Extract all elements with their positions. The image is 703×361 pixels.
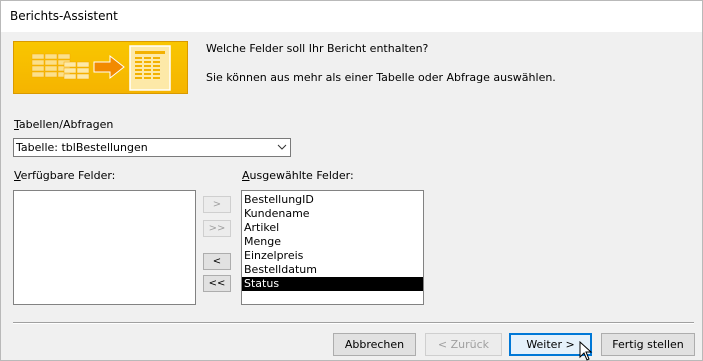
available-fields-label: Verfügbare Felder: (14, 169, 115, 182)
chevron-down-icon[interactable] (273, 139, 290, 156)
intro-hint: Sie können aus mehr als einer Tabelle od… (206, 71, 556, 84)
back-button[interactable]: < Zurück (425, 333, 502, 356)
selected-fields-list[interactable]: BestellungID Kundename Artikel Menge Ein… (241, 190, 424, 305)
list-item[interactable]: BestellungID (242, 193, 423, 207)
remove-all-fields-button[interactable]: << (203, 275, 231, 292)
window-title: Berichts-Assistent (10, 9, 118, 23)
source-dropdown[interactable]: Tabelle: tblBestellungen (13, 138, 291, 157)
list-item[interactable]: Artikel (242, 221, 423, 235)
finish-button[interactable]: Fertig stellen (601, 333, 695, 356)
cancel-button[interactable]: Abbrechen (333, 333, 416, 356)
title-bar: Berichts-Assistent (1, 1, 702, 32)
list-item[interactable]: Menge (242, 235, 423, 249)
list-item[interactable]: Kundename (242, 207, 423, 221)
mouse-cursor-icon (579, 341, 593, 361)
remove-field-button[interactable]: < (203, 253, 231, 270)
available-label-accel: V (14, 169, 21, 182)
add-all-fields-button[interactable]: >> (203, 220, 231, 237)
selected-label-accel: A (242, 169, 250, 182)
source-label-rest: abellen/Abfragen (18, 118, 114, 131)
intro-question: Welche Felder soll Ihr Bericht enthalten… (206, 42, 429, 55)
available-label-rest: erfügbare Felder: (20, 169, 116, 182)
list-item[interactable]: Einzelpreis (242, 249, 423, 263)
selected-label-rest: usgewählte Felder: (249, 169, 354, 182)
selected-fields-label: Ausgewählte Felder: (242, 169, 354, 182)
available-fields-list[interactable] (13, 190, 196, 305)
report-wizard-dialog: Berichts-Assistent Welche Felder soll Ih… (0, 0, 703, 361)
add-field-button[interactable]: > (203, 196, 231, 213)
source-label: Tabellen/Abfragen (14, 118, 113, 131)
list-item[interactable]: Bestelldatum (242, 263, 423, 277)
list-item-selected[interactable]: Status (242, 277, 423, 291)
wizard-illustration (13, 41, 188, 94)
source-dropdown-value: Tabelle: tblBestellungen (16, 141, 148, 154)
footer-divider (13, 322, 694, 324)
